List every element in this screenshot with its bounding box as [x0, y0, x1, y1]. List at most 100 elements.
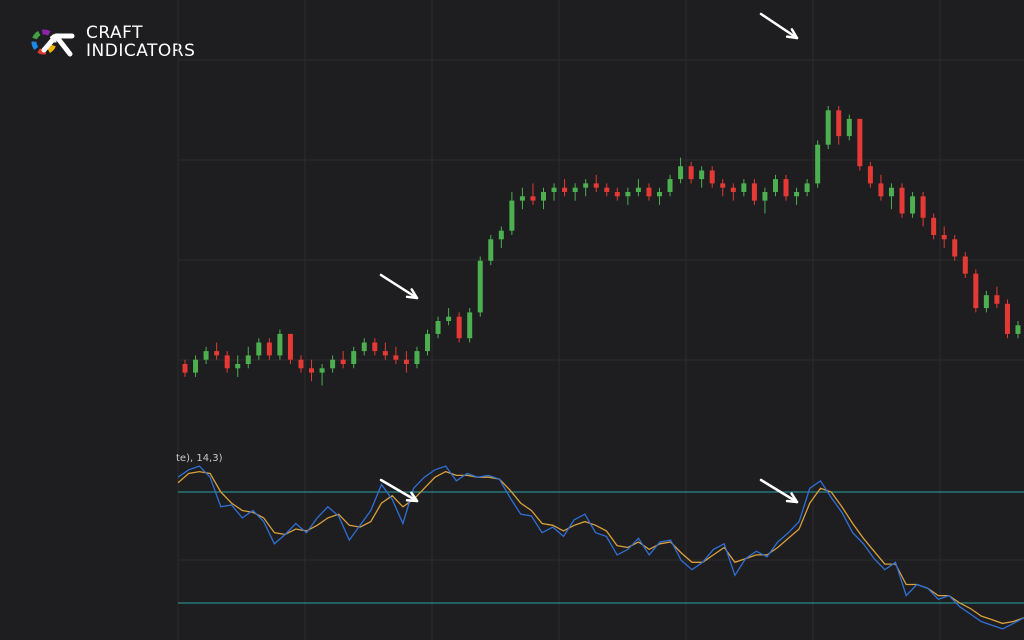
candle [403, 351, 409, 373]
chart-grid [177, 0, 1024, 640]
candle [836, 106, 842, 145]
candle-body [751, 183, 757, 201]
candle [287, 333, 293, 364]
candle-body [794, 192, 800, 197]
candle [920, 192, 926, 227]
candle-body [266, 342, 272, 356]
candle-body [815, 144, 821, 184]
candle [983, 290, 989, 313]
candle [393, 346, 399, 364]
candle [309, 359, 315, 382]
candle-body [941, 235, 947, 240]
candle-body [709, 170, 715, 184]
candle [224, 351, 230, 373]
candle-body [656, 192, 662, 197]
candle-body [287, 333, 293, 360]
candle [488, 235, 494, 266]
candle [245, 346, 251, 369]
candle [446, 308, 452, 326]
candle-body [867, 166, 873, 184]
candle-body [983, 295, 989, 309]
candle-body [635, 187, 641, 192]
trading-chart[interactable] [0, 0, 1024, 640]
candle [551, 183, 557, 201]
candle-body [857, 118, 863, 167]
candle-body [920, 196, 926, 218]
candle-body [846, 118, 852, 137]
candle [867, 161, 873, 188]
candle-body [614, 192, 620, 197]
candle [456, 312, 462, 343]
candle [203, 346, 209, 364]
candle [530, 183, 536, 205]
candle-body [319, 368, 325, 373]
candle-body [361, 342, 367, 352]
candle [1004, 299, 1010, 339]
candle [214, 342, 220, 360]
candle-body [382, 351, 388, 356]
candle-body [509, 200, 515, 231]
candle [519, 187, 525, 210]
candle-body [340, 359, 346, 364]
candle [804, 179, 810, 197]
candle-body [825, 110, 831, 145]
candle [878, 174, 884, 201]
candle [182, 359, 188, 377]
candle [952, 235, 958, 261]
candle-body [435, 321, 441, 334]
candle [361, 338, 367, 356]
candle [973, 269, 979, 313]
candle [794, 187, 800, 205]
candle-body [182, 364, 188, 373]
candle [667, 174, 673, 197]
candle-body [604, 187, 610, 192]
candle [614, 187, 620, 201]
candle [678, 157, 684, 184]
candle [414, 346, 420, 369]
candle-body [425, 333, 431, 352]
candle-body [699, 170, 705, 180]
candle-body [994, 295, 1000, 304]
annotation-arrow [379, 273, 419, 300]
candle [562, 179, 568, 197]
candle [625, 187, 631, 205]
candle [340, 351, 346, 369]
candle-body [878, 183, 884, 197]
candle-body [551, 187, 557, 192]
candle [541, 187, 547, 210]
candle-body [762, 192, 768, 201]
arrow-shaft [759, 12, 799, 40]
annotation-arrow [759, 478, 799, 504]
candle-body [330, 359, 336, 369]
candle [846, 114, 852, 141]
candle [498, 226, 504, 248]
candle-body [741, 183, 747, 192]
candle-body [952, 239, 958, 257]
candle [635, 179, 641, 197]
candle-body [256, 342, 262, 356]
candle-body [667, 179, 673, 192]
candle-body [498, 230, 504, 240]
candle-body [804, 183, 810, 192]
candle [509, 192, 515, 235]
candle [583, 179, 589, 197]
candle [604, 183, 610, 197]
candle-body [962, 256, 968, 274]
candle-body [456, 316, 462, 339]
candle-body [910, 196, 916, 214]
candle-body [888, 187, 894, 197]
candle-body [488, 239, 494, 261]
candle [235, 355, 241, 377]
candle-body [235, 364, 241, 369]
candle [477, 256, 483, 317]
indicator-label: te), 14,3) [176, 453, 223, 464]
candle [435, 316, 441, 339]
candle-body [309, 368, 315, 373]
candle [720, 179, 726, 197]
candle-body [783, 179, 789, 197]
candle-body [562, 187, 568, 192]
candle [382, 342, 388, 360]
candle [899, 183, 905, 218]
candle-body [720, 183, 726, 188]
candle [1015, 321, 1021, 339]
